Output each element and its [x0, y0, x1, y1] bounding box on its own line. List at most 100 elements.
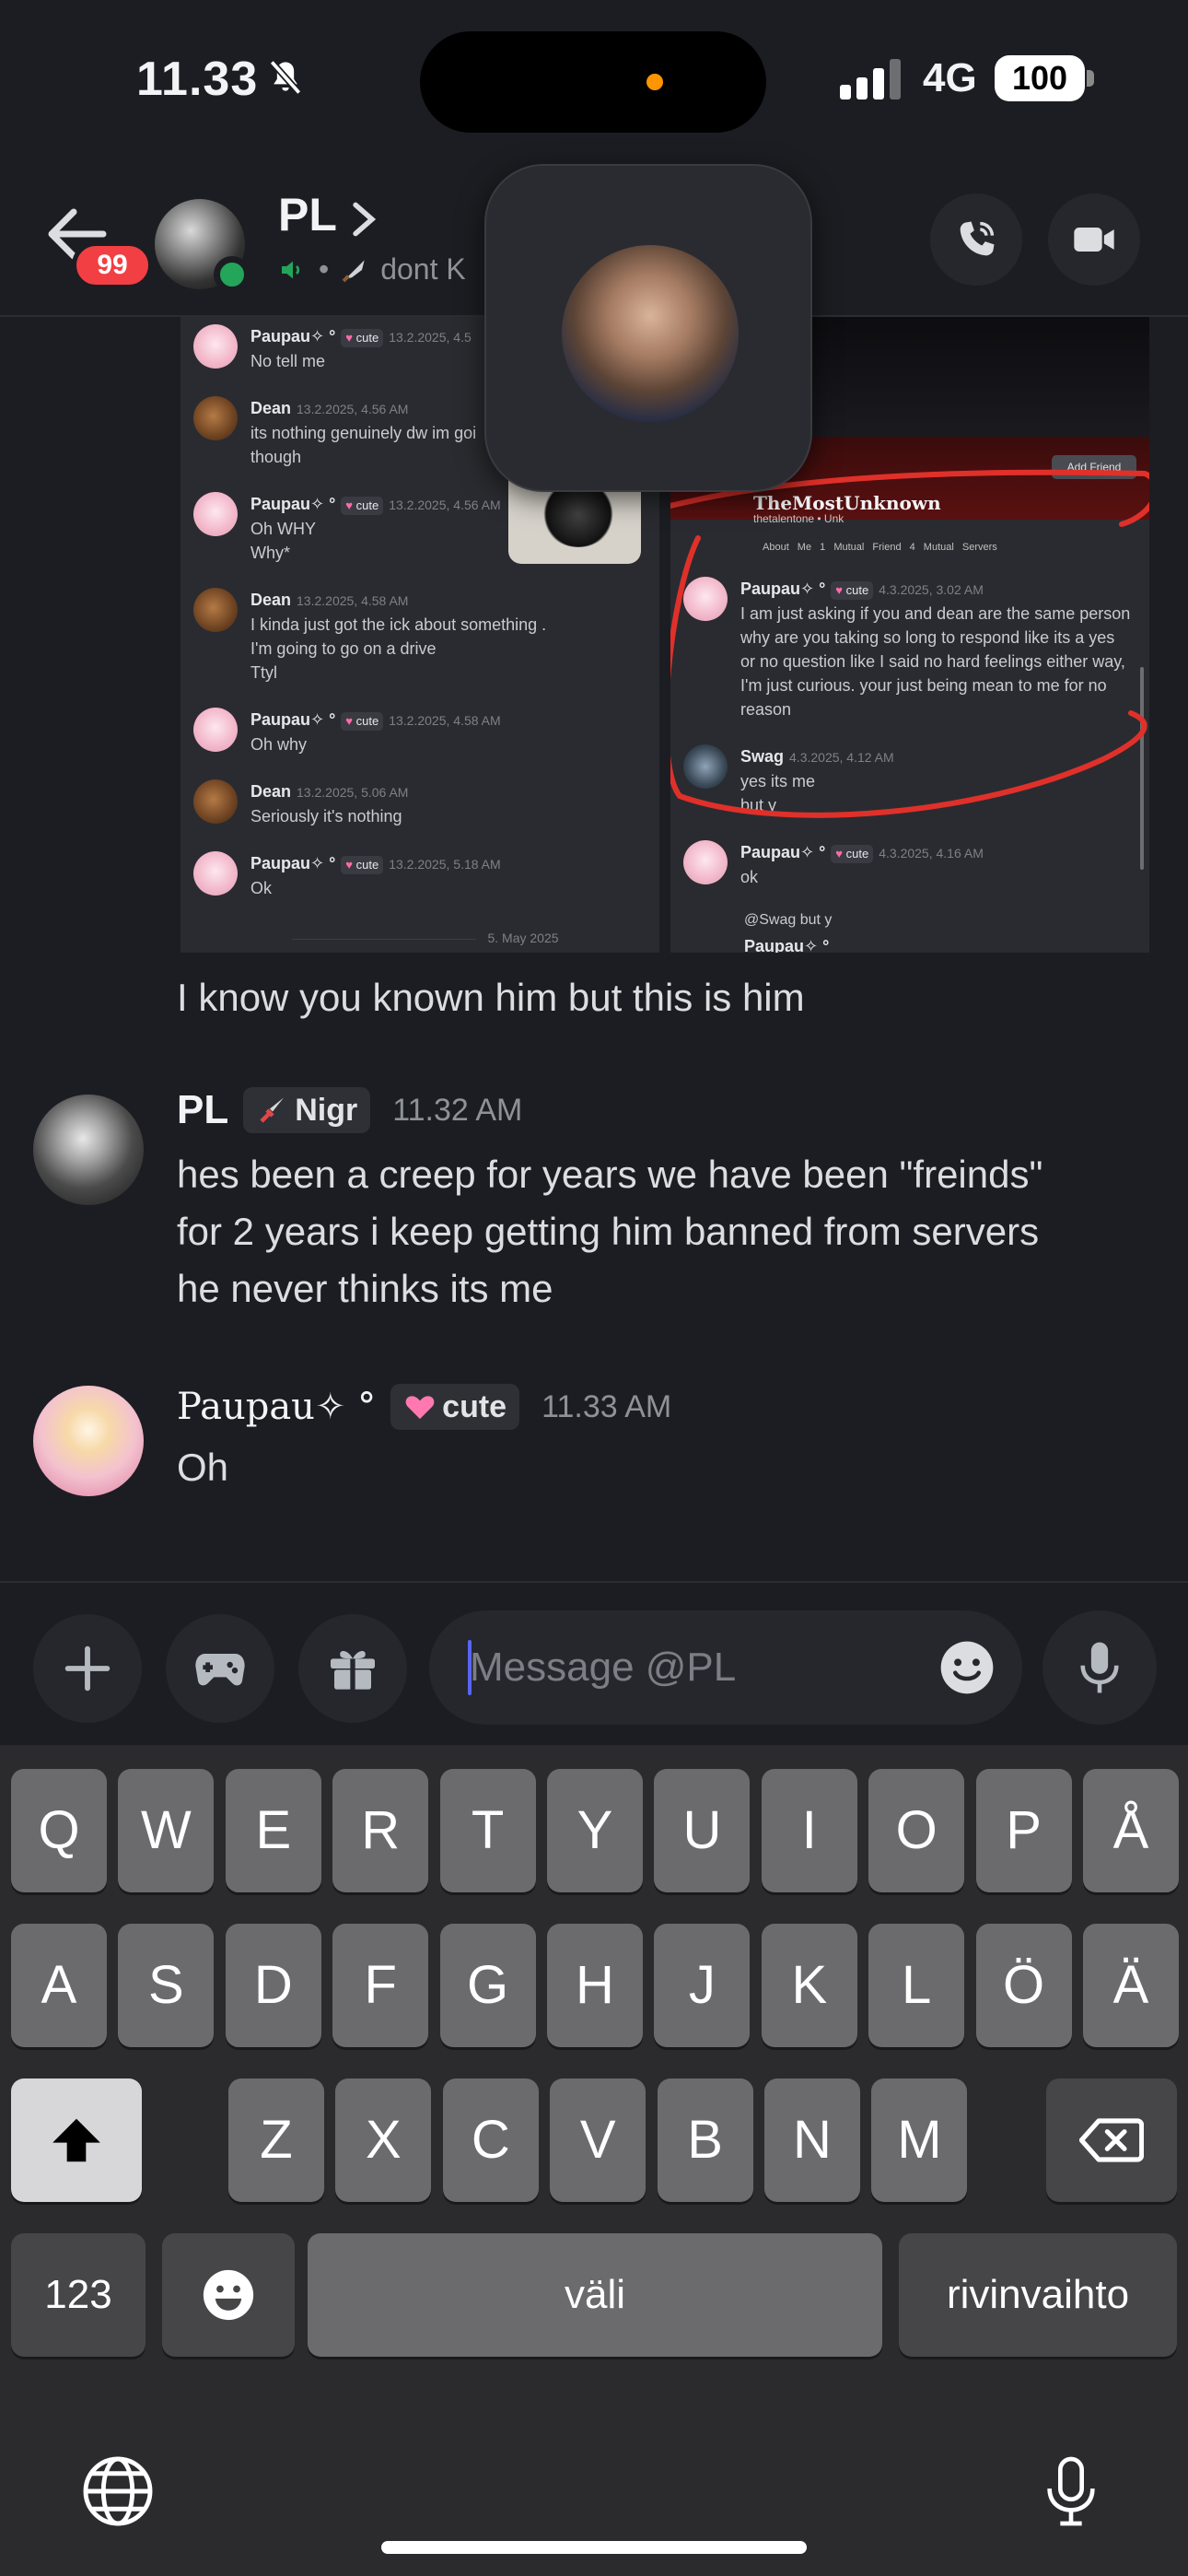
- avatar[interactable]: [33, 1386, 144, 1496]
- message-author: Paupau✧ °: [250, 495, 336, 513]
- key-u[interactable]: U: [654, 1769, 751, 1892]
- avatar: [193, 708, 238, 752]
- message-line: reason: [740, 700, 792, 719]
- key-j[interactable]: J: [654, 1924, 751, 2047]
- key-z[interactable]: Z: [228, 2078, 324, 2202]
- key-r[interactable]: R: [332, 1769, 429, 1892]
- message-body: Paupau✧ ° ♥ cute 13.2.2025, 4.58 AM Oh why: [250, 708, 501, 756]
- video-camera-icon: [1074, 228, 1114, 252]
- list-item: Paupau✧ ° ♥ cute 13.2.2025, 4.5 No tell me: [193, 324, 472, 373]
- role-tag: ♥ cute: [341, 856, 384, 874]
- gamepad-icon: [195, 1654, 245, 1686]
- text-caret: [468, 1640, 472, 1695]
- key-f[interactable]: F: [332, 1924, 429, 2047]
- timestamp: 4.3.2025, 4.16 AM: [879, 846, 984, 861]
- avatar: [193, 779, 238, 824]
- games-button[interactable]: [166, 1614, 274, 1723]
- message-author[interactable]: PL: [177, 1087, 228, 1133]
- key-k[interactable]: K: [761, 1924, 857, 2047]
- key-t[interactable]: T: [439, 1769, 536, 1892]
- list-item: Paupau✧ ° ♥ cute 13.2.2025, 4.56 AM Oh WHY W…: [193, 492, 501, 565]
- key-i[interactable]: I: [761, 1769, 857, 1892]
- key-å[interactable]: Å: [1083, 1769, 1179, 1892]
- role-tag-label: Nigr: [295, 1092, 358, 1128]
- emoji-key[interactable]: [162, 2233, 295, 2357]
- role-tag-label: cute: [442, 1388, 507, 1424]
- return-key[interactable]: rivinvaihto: [899, 2233, 1177, 2357]
- key-q[interactable]: Q: [11, 1769, 107, 1892]
- backspace-icon: [1079, 2118, 1144, 2162]
- list-item: Paupau✧ ° ♥ cute 4.3.2025, 3.02 AM I am jus…: [683, 577, 1130, 721]
- role-tag: ♥ cute: [341, 712, 384, 731]
- key-h[interactable]: H: [547, 1924, 643, 2047]
- key-y[interactable]: Y: [547, 1769, 643, 1892]
- emoji-icon[interactable]: [936, 1636, 998, 1699]
- message-author: Dean: [250, 782, 292, 801]
- message-input-wrapper[interactable]: [429, 1610, 1022, 1725]
- avatar: [683, 577, 728, 621]
- key-x[interactable]: X: [335, 2078, 432, 2202]
- key-n[interactable]: N: [764, 2078, 860, 2202]
- role-tag[interactable]: cute: [390, 1384, 520, 1430]
- message-header: Swag 4.3.2025, 4.12 AM: [740, 744, 894, 769]
- video-call-button[interactable]: [1048, 193, 1140, 286]
- message-line: Oh WHY: [250, 520, 317, 538]
- message-line: I'm going to go on a drive: [250, 639, 437, 658]
- message-input[interactable]: [470, 1634, 949, 1701]
- key-ö[interactable]: Ö: [975, 1924, 1072, 2047]
- message-body: Dean 13.2.2025, 4.56 AM its nothing genuin…: [250, 396, 476, 469]
- list-item: Dean 13.2.2025, 4.56 AM its nothing genuin…: [193, 396, 476, 469]
- battery-icon: [1087, 70, 1094, 87]
- message-author[interactable]: Paupau✧ °: [177, 1386, 376, 1428]
- message-line: Ok: [250, 879, 273, 897]
- backspace-key[interactable]: [1046, 2078, 1177, 2202]
- key-p[interactable]: P: [975, 1769, 1072, 1892]
- space-key[interactable]: väli: [308, 2233, 882, 2357]
- channel-name[interactable]: PL: [278, 188, 337, 241]
- key-o[interactable]: O: [868, 1769, 965, 1892]
- call-pip-overlay[interactable]: [484, 164, 812, 492]
- list-item: Dean 13.2.2025, 4.58 AM I kinda just got t…: [193, 588, 546, 685]
- key-b[interactable]: B: [657, 2078, 753, 2202]
- key-l[interactable]: L: [868, 1924, 965, 2047]
- key-s[interactable]: S: [118, 1924, 215, 2047]
- message-header: Paupau✧ ° ♥ cute 13.2.2025, 4.5: [250, 324, 472, 349]
- globe-icon[interactable]: [79, 2453, 157, 2530]
- message-line: or no question like I said no hard feeli…: [740, 652, 1125, 671]
- key-v[interactable]: V: [550, 2078, 646, 2202]
- chevron-right-icon[interactable]: [350, 201, 378, 238]
- key-ä[interactable]: Ä: [1083, 1924, 1179, 2047]
- role-tag[interactable]: Nigr: [243, 1087, 371, 1133]
- avatar: [193, 588, 238, 632]
- reply-text: @Swag but y: [744, 912, 833, 928]
- dynamic-island: [420, 31, 766, 133]
- key-g[interactable]: G: [439, 1924, 536, 2047]
- message-body: Paupau✧ ° ♥ cute 13.2.2025, 5.18 AM Ok: [250, 851, 501, 900]
- message-line: I'm just curious. your just being mean t…: [740, 676, 1107, 695]
- timestamp: 13.2.2025, 4.58 AM: [297, 593, 409, 608]
- avatar: [193, 492, 238, 536]
- cut-message: Paupau✧ °: [744, 934, 829, 953]
- numbers-key[interactable]: 123: [11, 2233, 146, 2357]
- attach-button[interactable]: [33, 1614, 142, 1723]
- voice-message-button[interactable]: [1042, 1610, 1157, 1725]
- message-header: Paupau✧ ° ♥ cute 13.2.2025, 4.56 AM: [250, 492, 501, 517]
- key-d[interactable]: D: [225, 1924, 321, 2047]
- speaker-icon: [282, 261, 300, 278]
- key-e[interactable]: E: [225, 1769, 321, 1892]
- message-body: Paupau✧ ° ♥ cute 4.3.2025, 3.02 AM I am jus…: [740, 577, 1130, 721]
- key-m[interactable]: M: [871, 2078, 968, 2202]
- shift-key[interactable]: [11, 2078, 142, 2202]
- gift-button[interactable]: [298, 1614, 407, 1723]
- message-body: Dean 13.2.2025, 4.58 AM I kinda just got t…: [250, 588, 546, 685]
- key-c[interactable]: C: [442, 2078, 539, 2202]
- list-item: Swag 4.3.2025, 4.12 AM yes its me but y: [683, 744, 894, 817]
- voice-call-button[interactable]: [930, 193, 1022, 286]
- avatar[interactable]: [33, 1095, 144, 1205]
- message-author: Paupau✧ °: [744, 937, 830, 953]
- dictation-mic-icon[interactable]: [1039, 2453, 1103, 2530]
- message-header: Dean 13.2.2025, 4.56 AM: [250, 396, 476, 421]
- message-line: No tell me: [250, 352, 326, 370]
- key-w[interactable]: W: [118, 1769, 215, 1892]
- key-a[interactable]: A: [11, 1924, 107, 2047]
